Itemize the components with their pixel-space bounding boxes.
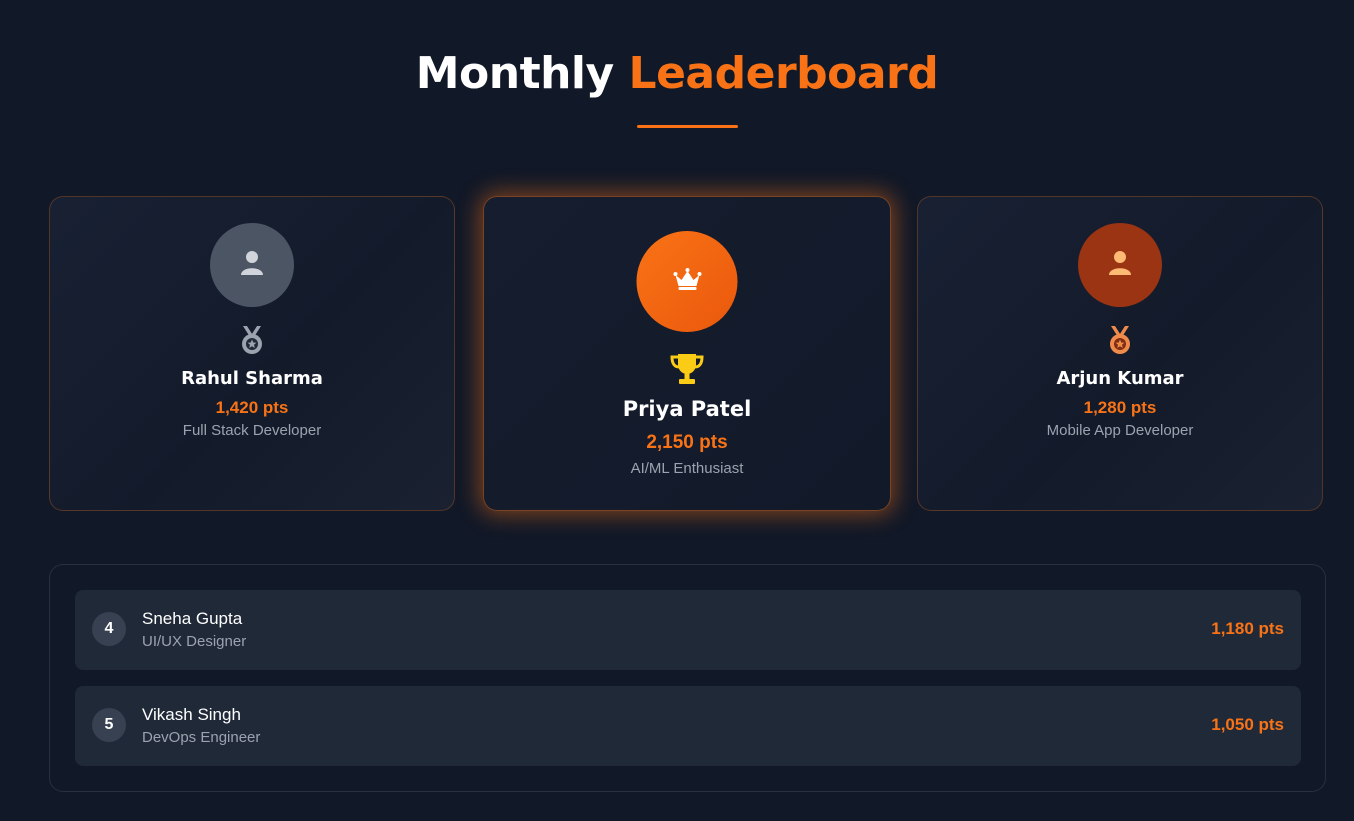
title-underline [637,125,738,128]
list-item-role: UI/UX Designer [142,633,247,650]
avatar-first [636,231,738,332]
page-title: Monthly Leaderboard [0,46,1354,102]
trophy-icon [668,351,706,387]
silver-medal-icon [238,325,266,355]
title-word-monthly: Monthly [415,48,614,99]
avatar-third [1078,223,1162,307]
list-item[interactable]: 4 Sneha Gupta UI/UX Designer 1,180 pts [75,590,1301,670]
list-item[interactable]: 5 Vikash Singh DevOps Engineer 1,050 pts [75,686,1301,766]
rankings-list: 4 Sneha Gupta UI/UX Designer 1,180 pts 5… [49,564,1326,792]
podium-points: 2,150 pts [646,432,728,453]
bronze-medal-icon [1106,325,1134,355]
podium-name: Priya Patel [622,397,752,421]
rank-badge: 4 [92,612,126,646]
podium-points: 1,280 pts [1083,398,1157,417]
podium-name: Arjun Kumar [1056,368,1184,389]
user-icon [240,250,264,281]
title-word-leaderboard: Leaderboard [628,48,939,99]
podium-role: Full Stack Developer [182,422,322,439]
list-item-name: Sneha Gupta [142,609,243,628]
list-item-name: Vikash Singh [142,705,241,724]
avatar-second [210,223,294,307]
podium-card-second[interactable]: Rahul Sharma 1,420 pts Full Stack Develo… [49,196,455,511]
podium-name: Rahul Sharma [181,368,323,389]
list-item-points: 1,180 pts [1211,619,1284,638]
leaderboard-page: Monthly Leaderboard Rahul Sharma 1,420 p… [0,0,1354,821]
podium-role: Mobile App Developer [1046,422,1194,439]
list-item-role: DevOps Engineer [142,729,261,746]
crown-icon [672,267,702,296]
list-item-points: 1,050 pts [1211,715,1284,734]
podium-card-first[interactable]: Priya Patel 2,150 pts AI/ML Enthusiast [483,196,891,511]
podium-points: 1,420 pts [215,398,289,417]
user-icon [1108,250,1132,281]
rank-badge: 5 [92,708,126,742]
podium-role: AI/ML Enthusiast [630,460,744,477]
podium-card-third[interactable]: Arjun Kumar 1,280 pts Mobile App Develop… [917,196,1323,511]
